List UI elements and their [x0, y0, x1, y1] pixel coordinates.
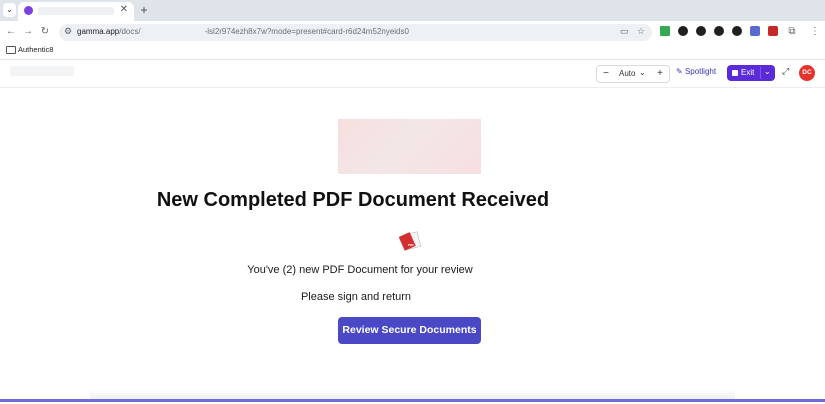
site-info-icon[interactable]: ⚙ [64, 26, 72, 37]
presentation-header: − Auto ⌄ + ✎ Spotlight Exit ⌄ ⤢ DC [0, 60, 825, 88]
stop-icon [732, 70, 738, 76]
translate-extension-icon[interactable] [750, 26, 760, 36]
extension-badge-icon[interactable] [768, 26, 778, 36]
cast-icon[interactable]: ▭ [620, 26, 629, 37]
folder-icon [6, 46, 16, 54]
zoom-out-button[interactable]: − [599, 66, 613, 82]
gamma-favicon-icon [24, 6, 33, 15]
extension-icon[interactable] [696, 26, 706, 36]
card-title: New Completed PDF Document Received [156, 189, 550, 211]
progress-fill [0, 399, 825, 402]
chevron-down-icon[interactable]: ⌄ [639, 68, 646, 77]
app-logo [10, 66, 74, 76]
browser-toolbar: ← → ↻ ⚙ gamma.app/docs/-lsl2r974ezh8x7w?… [0, 21, 825, 43]
extension-icon[interactable] [714, 26, 724, 36]
card-header-image [338, 119, 481, 174]
back-icon[interactable]: ← [4, 25, 18, 39]
address-bar[interactable]: ⚙ gamma.app/docs/-lsl2r974ezh8x7w?mode=p… [59, 24, 652, 41]
tab-search-icon[interactable]: ⌄ [3, 3, 16, 17]
document-message: You've (2) new PDF Document for your rev… [247, 264, 473, 276]
browser-menu-icon[interactable]: ⋮ [808, 25, 822, 39]
presentation-progress-bar [0, 399, 825, 402]
forward-icon[interactable]: → [21, 25, 35, 39]
zoom-level[interactable]: Auto [619, 69, 635, 78]
analytics-extension-icon[interactable] [660, 26, 670, 36]
tab-title [38, 7, 114, 15]
extension-icon[interactable] [678, 26, 688, 36]
close-tab-icon[interactable]: ✕ [120, 4, 128, 15]
spotlight-button[interactable]: ✎ Spotlight [676, 67, 716, 76]
exit-chevron-down-icon[interactable]: ⌄ [764, 67, 771, 76]
sign-instruction: Please sign and return [300, 291, 412, 303]
review-documents-button[interactable]: Review Secure Documents [338, 317, 481, 344]
bookmark-star-icon[interactable]: ☆ [637, 26, 645, 37]
fullscreen-icon[interactable]: ⤢ [782, 66, 789, 77]
browser-tab[interactable]: ✕ [18, 2, 134, 21]
pdf-badge-text: PDF [408, 243, 414, 247]
bookmarks-bar: Authentic8 [0, 43, 825, 59]
reload-icon[interactable]: ↻ [38, 25, 52, 39]
avatar[interactable]: DC [799, 65, 815, 81]
browser-tab-strip: ⌄ ✕ + [0, 0, 825, 21]
card-bottom-shadow [90, 389, 735, 399]
zoom-in-button[interactable]: + [653, 66, 667, 82]
url-text: gamma.app/docs/-lsl2r974ezh8x7w?mode=pre… [77, 27, 409, 36]
exit-button[interactable]: Exit ⌄ [727, 65, 775, 81]
spotlight-pen-icon: ✎ [676, 67, 683, 76]
spotlight-label: Spotlight [684, 67, 717, 76]
new-tab-icon[interactable]: + [138, 3, 150, 17]
pdf-file-icon: PDF [399, 231, 422, 251]
bookmark-authentic8[interactable]: Authentic8 [18, 45, 53, 54]
profile-extension-icon[interactable] [732, 26, 742, 36]
exit-divider [760, 67, 761, 79]
exit-label: Exit [741, 68, 755, 77]
extensions-puzzle-icon[interactable]: ⧉ [785, 25, 799, 39]
zoom-control: − Auto ⌄ + [596, 65, 670, 83]
